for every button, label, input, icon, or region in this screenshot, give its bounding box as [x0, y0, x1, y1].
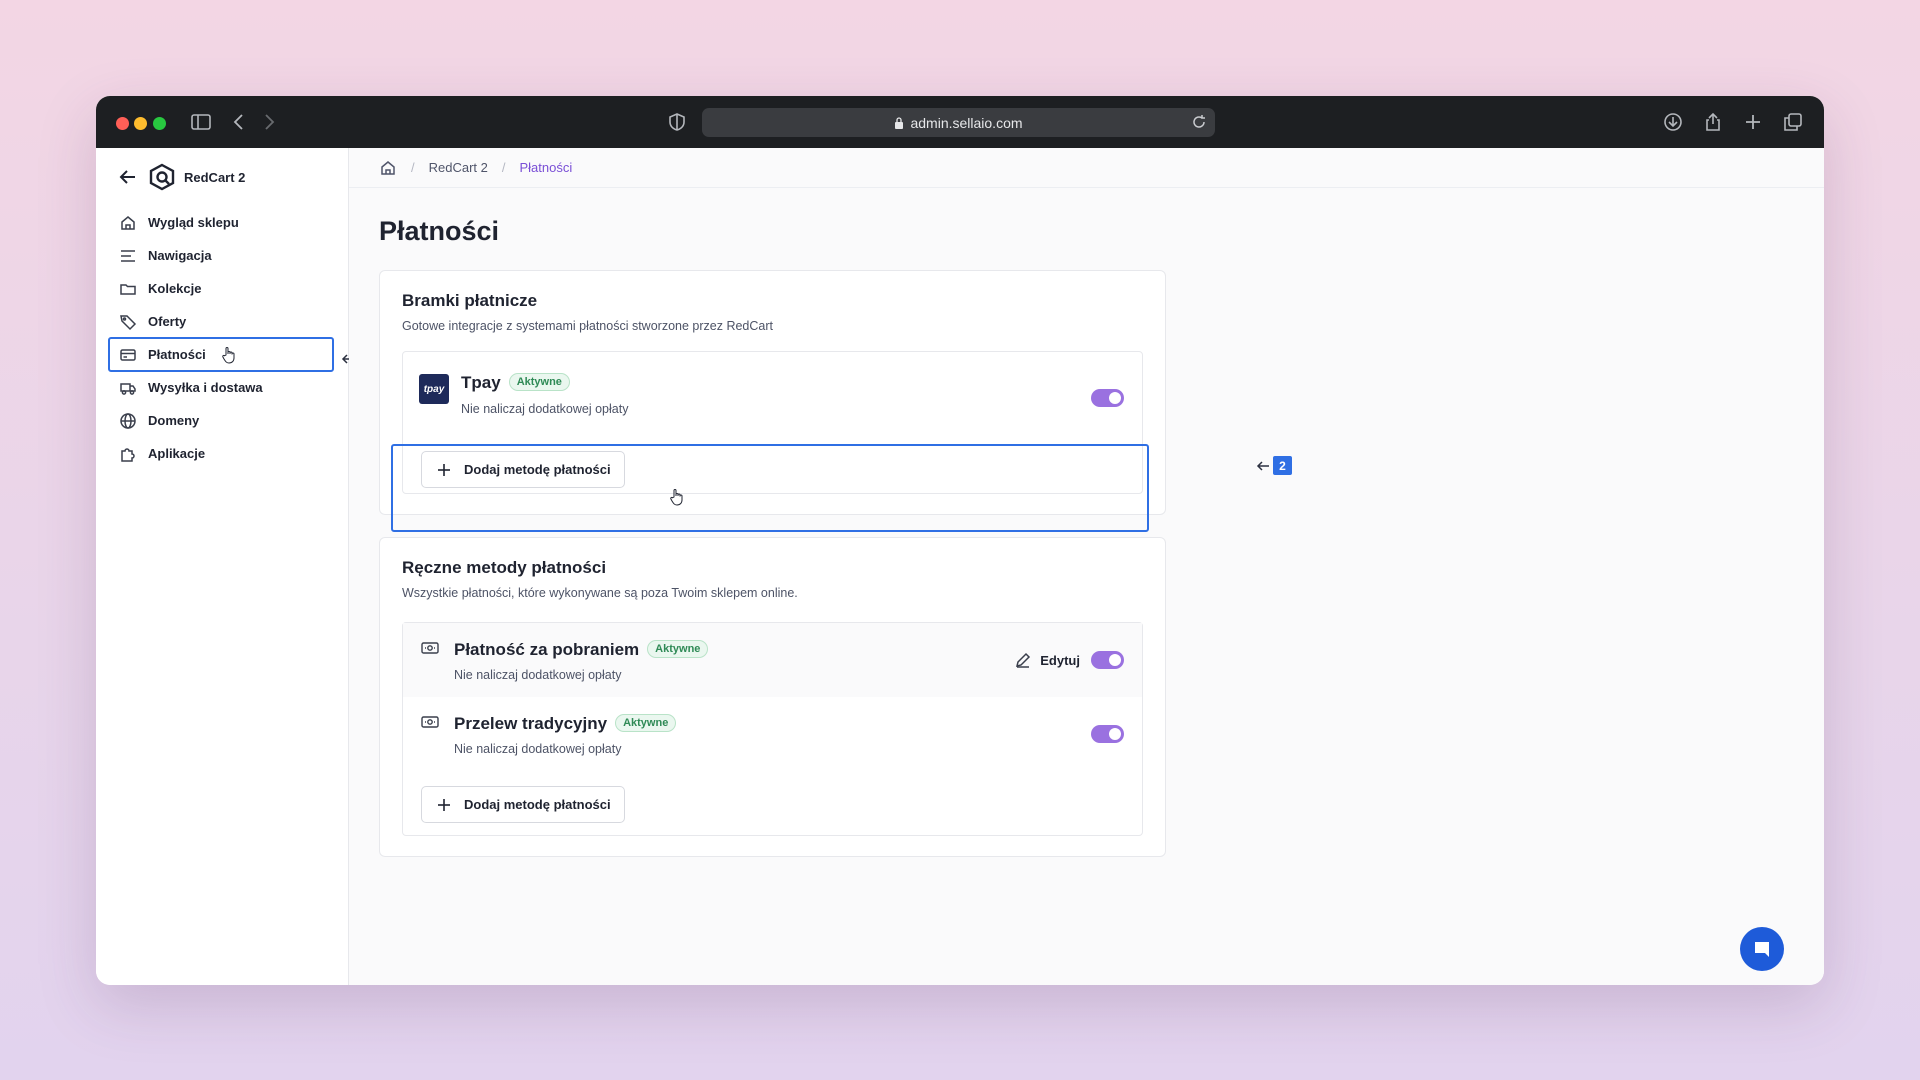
- truck-icon: [120, 382, 136, 395]
- shield-icon[interactable]: [666, 111, 688, 133]
- card-title: Bramki płatnicze: [402, 291, 538, 310]
- chat-button[interactable]: [1740, 927, 1784, 971]
- payment-method-info: Płatność za pobraniem Aktywne: [454, 640, 709, 660]
- store-logo-icon: [149, 163, 175, 191]
- hand-cursor-icon: [670, 489, 683, 506]
- home-icon: [121, 215, 135, 230]
- hand-cursor-icon: [222, 347, 235, 364]
- payment-method-name: Przelew tradycyjny: [454, 714, 608, 733]
- sidebar-item-label: Wygląd sklepu: [148, 215, 239, 230]
- status-badge: Aktywne: [615, 714, 677, 732]
- sidebar-item-platnosci[interactable]: Płatności: [108, 337, 334, 372]
- back-nav-icon[interactable]: [228, 111, 250, 133]
- tpay-toggle[interactable]: [1091, 389, 1124, 407]
- home-icon[interactable]: [379, 159, 397, 177]
- sidebar-toggle-icon[interactable]: [190, 111, 212, 133]
- transfer-toggle[interactable]: [1091, 725, 1124, 743]
- sidebar-item-label: Domeny: [148, 413, 200, 428]
- manual-methods-list: Płatność za pobraniem Aktywne Nie nalicza…: [402, 622, 1143, 836]
- sidebar-item-label: Aplikacje: [148, 446, 206, 461]
- breadcrumb-store-link[interactable]: RedCart 2: [429, 160, 488, 175]
- sidebar-item-label: Wysyłka i dostawa: [148, 380, 263, 395]
- payment-method-name: Tpay: [461, 373, 501, 392]
- card-icon: [120, 348, 136, 361]
- forward-nav-icon[interactable]: [258, 111, 280, 133]
- browser-toolbar: admin.sellaio.com: [96, 96, 1824, 148]
- card-subtitle: Gotowe integracje z systemami płatności …: [402, 319, 773, 333]
- breadcrumb: / RedCart 2 / Płatności: [349, 148, 1824, 188]
- globe-icon: [120, 412, 136, 429]
- maximize-window-button[interactable]: [153, 117, 166, 130]
- add-button-label: Dodaj metodę płatności: [464, 797, 611, 812]
- payment-method-row: Przelew tradycyjny Aktywne Nie naliczaj d…: [403, 697, 1142, 771]
- browser-window: admin.sellaio.com RedCart 2 Wygląd sklep…: [96, 96, 1824, 985]
- sidebar-item-label: Oferty: [148, 314, 187, 329]
- sidebar-item-nawigacja[interactable]: Nawigacja: [109, 239, 333, 272]
- payment-method-desc: Nie naliczaj dodatkowej opłaty: [454, 742, 622, 756]
- payment-method-info: Przelew tradycyjny Aktywne: [454, 714, 677, 734]
- cash-icon: [421, 642, 439, 654]
- payment-method-row: tpay Tpay Aktywne Nie naliczaj dodatkowej…: [403, 352, 1142, 432]
- sidebar-item-label: Kolekcje: [148, 281, 202, 296]
- sidebar: RedCart 2 Wygląd sklepu Nawigacja Kolekc…: [96, 148, 349, 985]
- payment-method-info: Tpay Aktywne: [461, 373, 570, 393]
- sidebar-item-kolekcje[interactable]: Kolekcje: [109, 272, 333, 305]
- sidebar-item-label: Nawigacja: [148, 248, 212, 263]
- payment-method-desc: Nie naliczaj dodatkowej opłaty: [454, 668, 622, 682]
- breadcrumb-separator: /: [411, 160, 415, 175]
- payment-method-desc: Nie naliczaj dodatkowej opłaty: [461, 402, 629, 416]
- sidebar-item-wysylka[interactable]: Wysyłka i dostawa: [109, 371, 333, 404]
- address-bar[interactable]: admin.sellaio.com: [702, 108, 1215, 137]
- plus-icon: [438, 798, 450, 811]
- status-badge: Aktywne: [508, 373, 570, 391]
- sidebar-item-oferty[interactable]: Oferty: [109, 305, 333, 338]
- breadcrumb-current: Płatności: [519, 160, 573, 175]
- sidebar-item-aplikacje[interactable]: Aplikacje: [109, 437, 333, 470]
- sidebar-item-wyglad-sklepu[interactable]: Wygląd sklepu: [109, 206, 333, 239]
- puzzle-icon: [121, 447, 135, 462]
- reload-icon[interactable]: [1191, 114, 1207, 130]
- close-window-button[interactable]: [116, 117, 129, 130]
- page-title: Płatności: [379, 216, 500, 246]
- add-payment-method-button[interactable]: Dodaj metodę płatności: [421, 786, 625, 823]
- manual-payment-methods-card: Ręczne metody płatności Wszystkie płatno…: [379, 537, 1166, 857]
- url-text: admin.sellaio.com: [910, 114, 1023, 131]
- download-icon[interactable]: [1662, 111, 1684, 133]
- folder-icon: [120, 283, 136, 295]
- left-arrow-icon: [1256, 460, 1269, 471]
- callout-2: 2: [1256, 456, 1292, 475]
- payment-method-name: Płatność za pobraniem: [454, 640, 640, 659]
- chat-icon: [1755, 942, 1769, 957]
- edit-button[interactable]: Edytuj: [1014, 651, 1080, 669]
- breadcrumb-separator: /: [501, 160, 506, 175]
- cod-toggle[interactable]: [1091, 651, 1124, 669]
- card-subtitle: Wszystkie płatności, które wykonywane są…: [402, 586, 798, 600]
- lock-icon: [895, 116, 904, 129]
- tag-icon: [120, 314, 137, 330]
- tabs-overview-icon[interactable]: [1782, 111, 1804, 133]
- share-icon[interactable]: [1702, 111, 1724, 133]
- status-badge: Aktywne: [647, 640, 709, 658]
- store-header: RedCart 2: [118, 162, 245, 192]
- edit-label: Edytuj: [1040, 652, 1080, 668]
- tpay-logo: tpay: [419, 374, 449, 404]
- pencil-icon: [1016, 652, 1031, 668]
- payment-method-row: Płatność za pobraniem Aktywne Nie nalicza…: [403, 623, 1142, 697]
- sidebar-item-domeny[interactable]: Domeny: [109, 404, 333, 437]
- store-name: RedCart 2: [184, 169, 246, 185]
- minimize-window-button[interactable]: [134, 117, 147, 130]
- menu-lines-icon: [121, 249, 135, 262]
- callout-number: 2: [1273, 456, 1292, 475]
- tpay-highlight: [391, 444, 1149, 532]
- main-content: / RedCart 2 / Płatności Płatności Bramki…: [349, 148, 1824, 985]
- back-arrow-icon[interactable]: [118, 167, 138, 187]
- sidebar-item-label: Płatności: [148, 347, 206, 362]
- sidebar-nav: Wygląd sklepu Nawigacja Kolekcje Oferty …: [108, 206, 334, 470]
- card-title: Ręczne metody płatności: [402, 558, 607, 577]
- new-tab-icon[interactable]: [1742, 111, 1764, 133]
- cash-icon: [421, 716, 439, 728]
